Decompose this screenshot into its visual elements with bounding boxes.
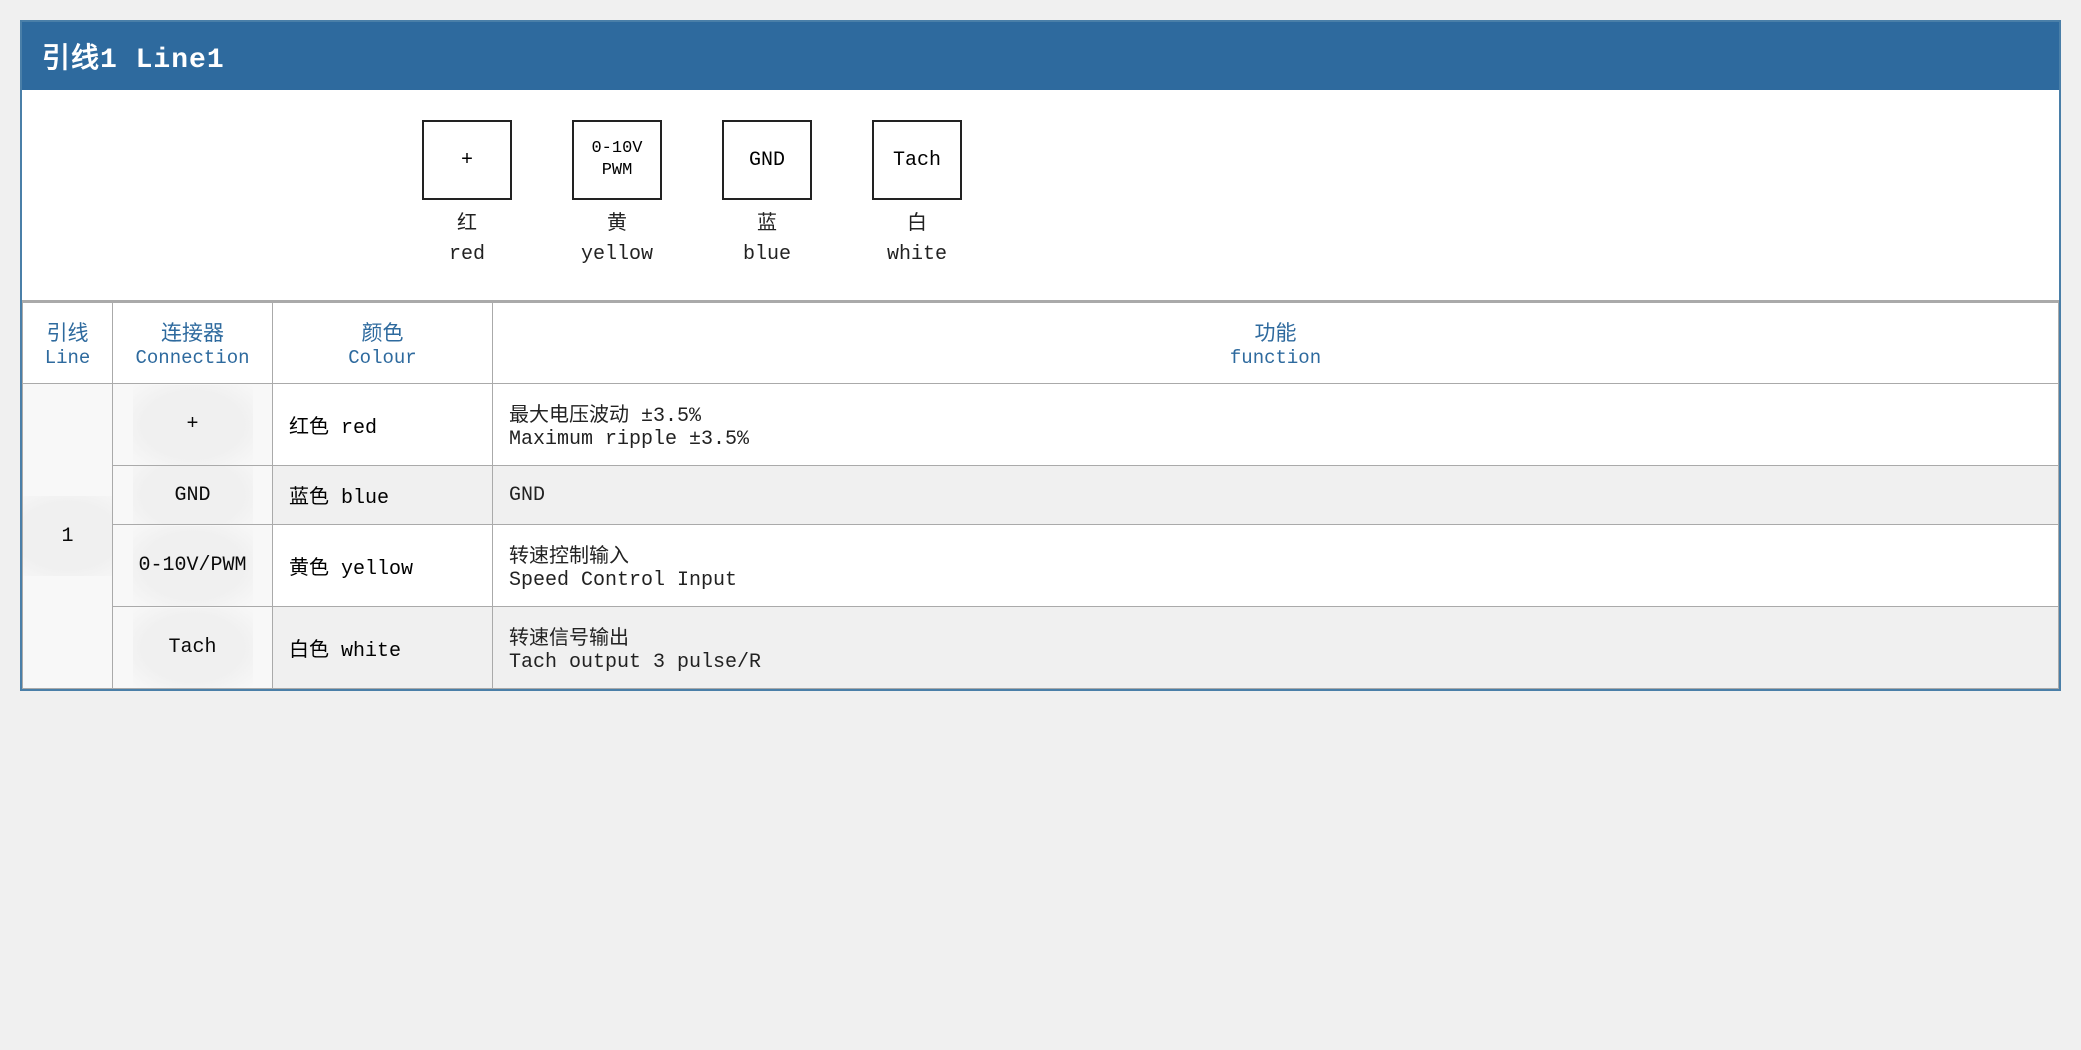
connector-label-plus: 红 red [449,210,485,270]
th-line: 引线 Line [23,303,113,384]
th-func-zh: 功能 [509,317,2042,347]
td-connection: 0-10V/PWM [113,525,273,607]
table-row: 1+红色 red最大电压波动 ±3.5%Maximum ripple ±3.5% [23,384,2059,466]
main-table-wrapper: 引线1 Line1 + 红 red 0-10VPWM 黄 yellow [20,20,2061,691]
diagram-row: + 红 red 0-10VPWM 黄 yellow GND [22,90,2059,302]
th-conn-zh: 连接器 [129,317,256,347]
td-func-en: Speed Control Input [509,569,2042,592]
td-function: 转速控制输入Speed Control Input [493,525,2059,607]
connector-label-pwm: 黄 yellow [581,210,653,270]
connector-gnd: GND 蓝 blue [722,120,812,270]
connector-box-pwm: 0-10VPWM [572,120,662,200]
connector-box-tach: Tach [872,120,962,200]
td-colour: 蓝色 blue [273,466,493,525]
th-connection: 连接器 Connection [113,303,273,384]
td-function: GND [493,466,2059,525]
td-line: 1 [23,384,113,689]
table-row: GND蓝色 blueGND [23,466,2059,525]
connector-group: + 红 red 0-10VPWM 黄 yellow GND [422,120,962,270]
th-func-en: function [509,347,2042,369]
td-func-en: Tach output 3 pulse/R [509,651,2042,674]
td-func-zh: GND [509,484,2042,507]
th-line-en: Line [39,347,96,369]
connector-zh-tach: 白 [907,213,927,236]
td-connection: Tach [113,607,273,689]
th-line-zh: 引线 [39,317,96,347]
connector-pwm: 0-10VPWM 黄 yellow [572,120,662,270]
td-func-en: Maximum ripple ±3.5% [509,428,2042,451]
td-function: 最大电压波动 ±3.5%Maximum ripple ±3.5% [493,384,2059,466]
td-func-zh: 转速信号输出 [509,621,2042,651]
td-connection: GND [113,466,273,525]
connector-box-gnd: GND [722,120,812,200]
th-colour-en: Colour [289,347,476,369]
section-title: 引线1 Line1 [42,45,225,76]
connector-label-gnd: 蓝 blue [743,210,791,270]
connector-zh-pwm: 黄 [607,213,627,236]
connector-en-tach: white [887,243,947,266]
connector-symbol-pwm: 0-10VPWM [591,138,642,182]
connector-symbol-plus: + [461,149,473,172]
th-conn-en: Connection [129,347,256,369]
connector-plus: + 红 red [422,120,512,270]
connector-box-plus: + [422,120,512,200]
connector-tach: Tach 白 white [872,120,962,270]
connector-symbol-gnd: GND [749,149,785,172]
data-table: 引线 Line 连接器 Connection 颜色 Colour 功能 func… [22,302,2059,689]
th-colour-zh: 颜色 [289,317,476,347]
td-colour: 黄色 yellow [273,525,493,607]
th-function: 功能 function [493,303,2059,384]
td-func-zh: 转速控制输入 [509,539,2042,569]
table-row: Tach白色 white转速信号输出Tach output 3 pulse/R [23,607,2059,689]
connector-zh-plus: 红 [457,213,477,236]
th-colour: 颜色 Colour [273,303,493,384]
connector-label-tach: 白 white [887,210,947,270]
connector-en-gnd: blue [743,243,791,266]
td-colour: 白色 white [273,607,493,689]
connector-zh-gnd: 蓝 [757,213,777,236]
table-row: 0-10V/PWM黄色 yellow转速控制输入Speed Control In… [23,525,2059,607]
connector-en-pwm: yellow [581,243,653,266]
td-colour: 红色 red [273,384,493,466]
connector-en-plus: red [449,243,485,266]
td-connection: + [113,384,273,466]
section-header: 引线1 Line1 [22,22,2059,90]
connector-symbol-tach: Tach [893,149,941,172]
td-func-zh: 最大电压波动 ±3.5% [509,398,2042,428]
td-function: 转速信号输出Tach output 3 pulse/R [493,607,2059,689]
